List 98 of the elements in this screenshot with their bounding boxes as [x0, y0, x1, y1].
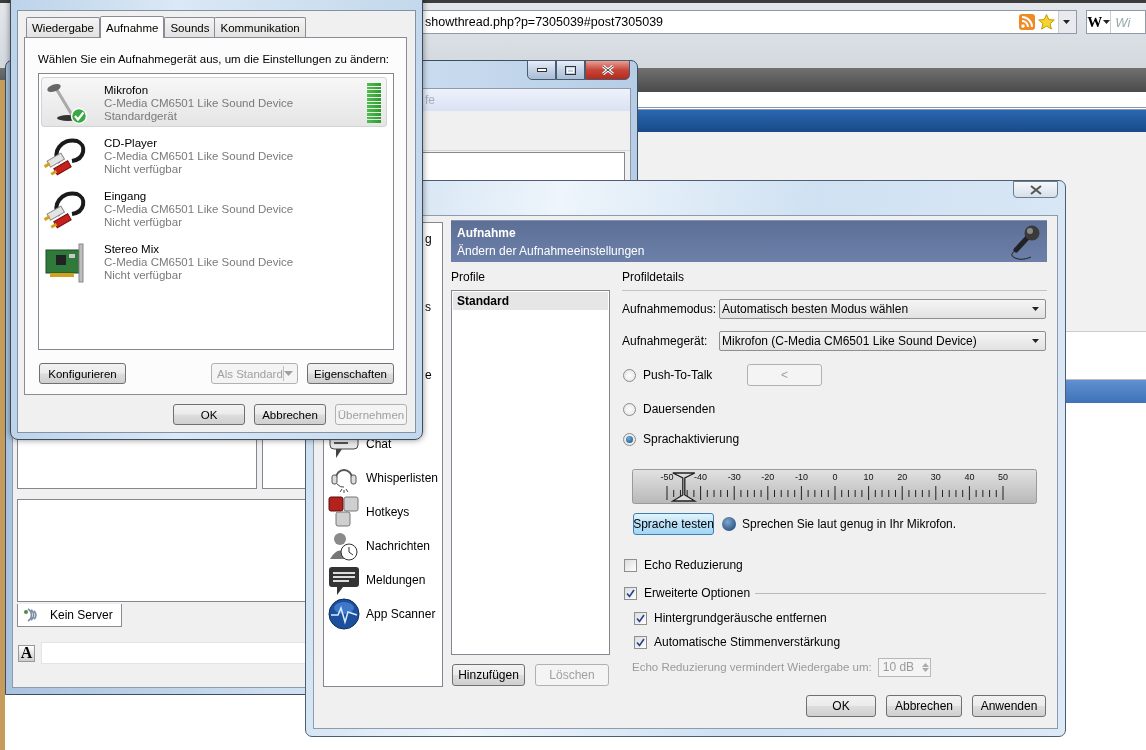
down-arrow-icon — [921, 667, 929, 672]
checkbox-label: Echo Reduzierung — [644, 558, 743, 572]
configure-button[interactable]: Konfigurieren — [39, 363, 126, 384]
radio-label: Push-To-Talk — [643, 368, 713, 382]
dropdown[interactable]: Automatisch besten Modus wählen — [719, 299, 1046, 319]
properties-button[interactable]: Eigenschaften — [307, 363, 394, 384]
device-name: Eingang — [104, 190, 148, 203]
section-subtitle: Ändern der Aufnahmeeinstellungen — [457, 243, 646, 258]
field-label: Echo Reduzierung vermindert Wiedergabe um: — [632, 661, 872, 673]
radio-label: Dauersenden — [643, 402, 716, 416]
device-name: CD-Player — [104, 137, 159, 150]
device-driver: C-Media CM6501 Like Sound Device — [104, 203, 295, 216]
caret-icon — [284, 371, 293, 376]
search-engine-button[interactable]: W — [1087, 11, 1112, 33]
maximize-icon — [565, 65, 576, 75]
person-clock-icon — [328, 530, 360, 562]
globe-icon — [328, 598, 360, 630]
tick-label: 50 — [998, 472, 1008, 482]
nav-item[interactable]: g — [425, 232, 432, 246]
tick-label: -10 — [794, 472, 808, 482]
checkbox[interactable] — [624, 586, 637, 600]
radio-button[interactable] — [623, 368, 636, 382]
status-indicator-icon — [722, 517, 736, 531]
nav-item[interactable]: s — [425, 300, 431, 314]
tick-label: 10 — [863, 472, 874, 482]
test-hint: Sprechen Sie laut genug in Ihr Mikrofon. — [742, 517, 957, 531]
ok-button[interactable]: OK — [806, 695, 876, 717]
checkbox-label: Erweiterte Optionen — [644, 586, 751, 600]
check-icon — [636, 613, 645, 623]
add-button[interactable]: Hinzufügen — [452, 664, 525, 686]
dropdown[interactable]: Mikrofon (C-Media CM6501 Like Sound Device) — [719, 331, 1046, 351]
checkbox-label: Automatische Stimmenverstärkung — [654, 635, 841, 649]
device-item[interactable]: Eingang C-Media CM6501 Like Sound Device Nicht verfügbar — [41, 183, 387, 233]
device-status: Nicht verfügbar — [104, 269, 183, 282]
device-status: Nicht verfügbar — [104, 216, 183, 229]
field-label: Aufnahmemodus: — [622, 302, 718, 316]
ok-button[interactable]: OK — [173, 404, 245, 425]
details-label: Profildetails — [622, 270, 686, 285]
device-status: Nicht verfügbar — [104, 163, 183, 176]
radio-label: Sprachaktivierung — [643, 432, 740, 446]
checkbox[interactable] — [634, 611, 647, 625]
apply-button[interactable]: Anwenden — [972, 695, 1046, 717]
minimize-icon — [536, 68, 547, 72]
speaker-waves-icon — [22, 606, 40, 624]
nav-item[interactable]: Hotkeys — [324, 495, 442, 529]
caret-icon — [1032, 307, 1039, 311]
close-icon — [601, 65, 614, 75]
device-item[interactable]: CD-Player C-Media CM6501 Like Sound Device Nicht verfügbar — [41, 130, 387, 180]
maximize-button[interactable] — [556, 60, 585, 80]
device-item[interactable]: Mikrofon C-Media CM6501 Like Sound Device Standardgerät — [41, 77, 387, 127]
tick-label: 0 — [832, 472, 838, 482]
check-icon — [626, 588, 635, 598]
tick-label: -20 — [761, 472, 775, 482]
tick-label: 40 — [964, 472, 975, 482]
caret-icon — [1032, 339, 1039, 343]
message-icon — [328, 564, 360, 596]
minimize-button[interactable] — [527, 60, 556, 80]
nav-item[interactable]: Meldungen — [324, 563, 442, 597]
checkbox[interactable] — [634, 635, 647, 649]
device-driver: C-Media CM6501 Like Sound Device — [104, 256, 295, 269]
slider-track[interactable]: -50 -40 -30 -20 -10 0 10 20 30 40 50 — [632, 469, 1037, 504]
font-button[interactable]: A — [18, 644, 35, 662]
profiles-label: Profile — [451, 270, 486, 285]
test-voice-button[interactable]: Sprache testen — [633, 513, 714, 535]
section-title: Aufnahme — [457, 225, 517, 240]
checkbox[interactable] — [624, 558, 637, 572]
nav-item[interactable]: Nachrichten — [324, 529, 442, 563]
nav-item[interactable]: Whisperlisten — [324, 461, 442, 495]
cancel-button[interactable]: Abbrechen — [886, 695, 962, 717]
close-icon — [1029, 184, 1042, 195]
device-name: Mikrofon — [104, 84, 150, 97]
radio-button[interactable] — [623, 402, 636, 416]
device-driver: C-Media CM6501 Like Sound Device — [104, 150, 295, 163]
tick-label: 20 — [897, 472, 908, 482]
tick-label: -40 — [694, 472, 708, 482]
device-item[interactable]: Stereo Mix C-Media CM6501 Like Sound Device Nicht verfügbar — [41, 236, 387, 286]
checkbox-label: Hintergrundgeräusche entfernen — [654, 611, 827, 625]
nav-item[interactable]: e — [425, 368, 432, 382]
field-label: Aufnahmegerät: — [622, 334, 709, 348]
device-driver: C-Media CM6501 Like Sound Device — [104, 97, 295, 110]
server-tab[interactable]: Kein Server — [17, 604, 122, 627]
squares-icon — [328, 496, 360, 528]
device-status: Standardgerät — [104, 110, 178, 123]
instruction-text: Wählen Sie ein Aufnahmegerät aus, um die Einstellungen zu ändern: — [38, 52, 390, 66]
tick-label: 30 — [930, 472, 941, 482]
profile-item[interactable]: Standard — [453, 292, 608, 310]
radio-button[interactable] — [623, 432, 636, 446]
tick-label: -50 — [660, 472, 674, 482]
caret-icon — [1103, 20, 1111, 24]
tick-label: -30 — [727, 472, 741, 482]
device-name: Stereo Mix — [104, 243, 160, 256]
close-button[interactable] — [1013, 181, 1058, 198]
up-arrow-icon — [921, 662, 929, 667]
close-button[interactable] — [585, 60, 630, 80]
cancel-button[interactable]: Abbrechen — [254, 404, 326, 425]
check-icon — [636, 637, 645, 647]
nav-item[interactable]: App Scanner — [324, 597, 442, 631]
search-box[interactable]: W Wi — [1086, 10, 1146, 34]
